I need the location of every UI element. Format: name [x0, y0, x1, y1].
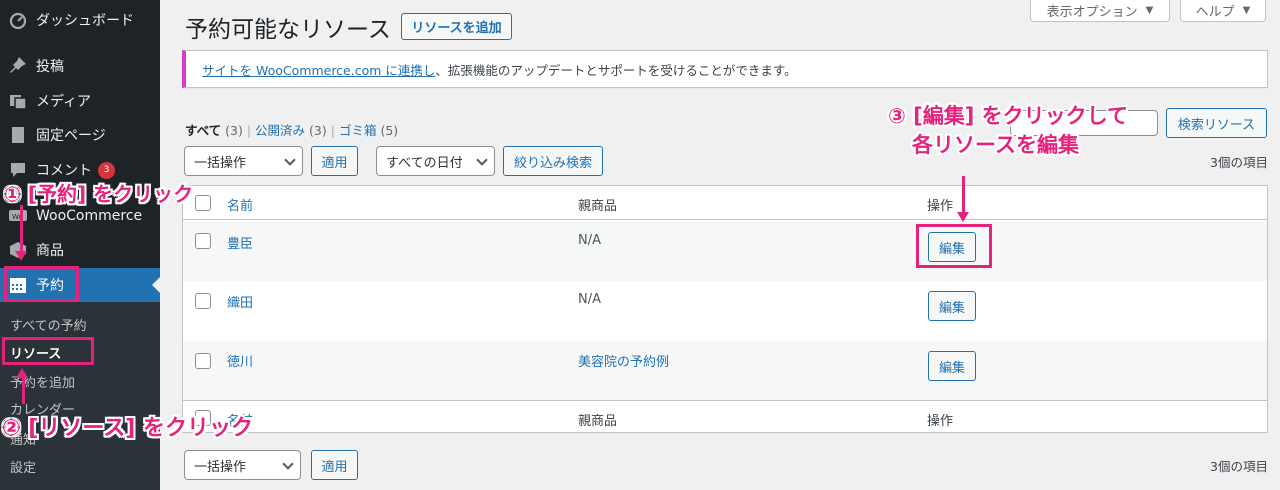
highlight-edit-button [916, 224, 992, 268]
submenu-settings[interactable]: 設定 [10, 457, 36, 476]
comment-count-badge: 3 [98, 161, 115, 179]
arrow-head-icon [957, 212, 969, 222]
caret-down-icon: ▼ [1145, 5, 1154, 16]
sidebar-item-dashboard[interactable]: ダッシュボード [0, 3, 160, 37]
arrow-step3 [962, 176, 965, 212]
annotation-step3-line2: 各リソースを編集 [912, 133, 1079, 157]
table-footer: 名前 親商品 操作 [183, 400, 1267, 434]
view-published[interactable]: 公開済み [255, 123, 305, 138]
status-views: すべて (3) | 公開済み (3) | ゴミ箱 (5) [185, 120, 398, 139]
edit-button[interactable]: 編集 [928, 351, 976, 381]
parent-product: N/A [578, 233, 601, 248]
select-all-checkbox[interactable] [195, 195, 211, 211]
arrow-step2 [22, 378, 25, 404]
woocommerce-icon: Wo [8, 206, 28, 226]
help-label: ヘルプ [1195, 5, 1235, 20]
date-filter-select[interactable]: すべての日付 [376, 146, 495, 176]
annotation-step3-line1: ③ [編集] をクリックして [888, 104, 1128, 128]
parent-product-link[interactable]: 美容院の予約例 [578, 351, 669, 370]
view-all-count: (3) [225, 123, 243, 138]
annotation-step2: ② [リソース] をクリック [2, 416, 253, 441]
sidebar-item-label: ダッシュボード [36, 13, 134, 29]
arrow-head-icon [15, 251, 27, 261]
sidebar-item-label: メディア [36, 94, 92, 110]
screen-options-label: 表示オプション [1046, 5, 1138, 20]
view-separator: | [246, 123, 252, 138]
item-count: 3個の項目 [1210, 155, 1268, 170]
column-actions: 操作 [927, 199, 954, 214]
sidebar-item-label: 固定ページ [36, 128, 106, 144]
pin-icon [8, 56, 28, 76]
annotation-step1: ① [予約] をクリック [4, 182, 194, 206]
view-published-count: (3) [309, 123, 327, 138]
column-parent-product: 親商品 [578, 199, 618, 214]
date-filter-value: すべての日付 [386, 155, 463, 171]
bulk-action-select-bottom[interactable]: 一括操作 [184, 450, 301, 480]
view-trash-count: (5) [380, 123, 399, 138]
table-header: 名前 親商品 操作 [183, 186, 1267, 220]
resource-name-link[interactable]: 豊臣 [227, 233, 253, 252]
notice-text: 、拡張機能のアップデートとサポートを受けることができます。 [435, 62, 797, 78]
filter-button[interactable]: 絞り込み検索 [503, 146, 603, 176]
table-row: 徳川 美容院の予約例 編集 [183, 341, 1267, 401]
media-icon [8, 91, 28, 111]
edit-button[interactable]: 編集 [928, 291, 976, 321]
chevron-down-icon [284, 154, 296, 166]
bulk-action-select[interactable]: 一括操作 [184, 146, 303, 176]
arrow-step1 [20, 205, 23, 251]
sidebar-item-label: コメント [36, 163, 92, 179]
search-resources-button[interactable]: 検索リソース [1166, 108, 1267, 138]
dashboard-icon [8, 10, 28, 30]
submenu-all-bookings[interactable]: すべての予約 [10, 315, 87, 334]
row-checkbox[interactable] [195, 293, 211, 309]
comment-icon [8, 160, 28, 180]
column-name[interactable]: 名前 [227, 195, 253, 214]
help-button[interactable]: ヘルプ ▼ [1180, 0, 1266, 22]
view-all[interactable]: すべて [185, 123, 221, 138]
table-row: 織田 N/A 編集 [183, 281, 1267, 341]
view-trash[interactable]: ゴミ箱 [339, 123, 377, 138]
woocommerce-connect-notice: サイトを WooCommerce.com に連携し 、拡張機能のアップデートとサ… [182, 50, 1268, 88]
add-resource-button[interactable]: リソースを追加 [401, 13, 512, 40]
apply-button[interactable]: 適用 [311, 146, 358, 176]
chevron-down-icon [282, 458, 294, 470]
sidebar-item-label: 投稿 [36, 59, 64, 75]
view-separator: | [330, 123, 335, 138]
page-icon [8, 125, 28, 145]
caret-down-icon: ▼ [1242, 5, 1251, 16]
parent-product: N/A [578, 292, 601, 307]
table-row: 豊臣 N/A 編集 [183, 221, 1267, 281]
bulk-action-value: 一括操作 [194, 459, 247, 475]
chevron-down-icon [476, 154, 488, 166]
row-checkbox[interactable] [195, 233, 211, 249]
row-checkbox[interactable] [195, 353, 211, 369]
page-title: 予約可能なリソース [185, 17, 391, 43]
sidebar-item-label: 商品 [36, 243, 64, 259]
highlight-resources [2, 337, 94, 365]
sidebar-item-products[interactable]: 商品 [0, 233, 160, 267]
sidebar-item-posts[interactable]: 投稿 [0, 49, 160, 83]
apply-button-bottom[interactable]: 適用 [311, 450, 358, 480]
resources-table: 名前 親商品 操作 豊臣 N/A 編集 織田 N/A 編集 徳川 美容院の予約例… [182, 185, 1268, 433]
sidebar-item-label: WooCommerce [36, 208, 143, 224]
sidebar-item-pages[interactable]: 固定ページ [0, 118, 160, 152]
screen-options-button[interactable]: 表示オプション ▼ [1030, 0, 1170, 22]
column-actions: 操作 [927, 414, 954, 429]
sidebar-item-media[interactable]: メディア [0, 84, 160, 118]
highlight-bookings [4, 266, 79, 302]
connect-woocommerce-link[interactable]: サイトを WooCommerce.com に連携し [202, 60, 435, 79]
resource-name-link[interactable]: 織田 [227, 292, 253, 311]
arrow-up-icon [16, 368, 28, 378]
column-parent-product: 親商品 [578, 414, 618, 429]
item-count-bottom: 3個の項目 [1210, 459, 1268, 474]
resource-name-link[interactable]: 徳川 [227, 351, 253, 370]
bulk-action-value: 一括操作 [194, 155, 247, 171]
